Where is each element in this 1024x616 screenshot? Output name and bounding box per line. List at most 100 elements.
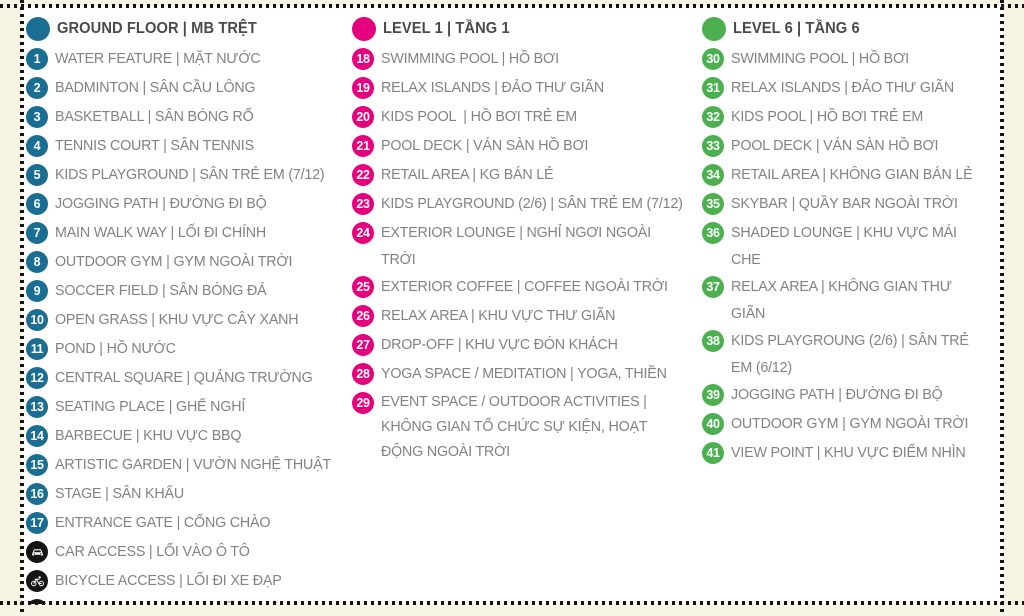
legend-item[interactable]: 41 VIEW POINT | KHU VỰC ĐIỂM NHÌN (702, 439, 998, 468)
legend-number-badge: 28 (352, 363, 374, 385)
legend-number-badge: 14 (26, 425, 48, 447)
legend-number-badge: 36 (702, 222, 724, 244)
legend-column-level-1: LEVEL 1 | TẦNG 1 18 SWIMMING POOL | HỒ BƠI… (352, 16, 702, 464)
legend-item[interactable]: 40 OUTDOOR GYM | GYM NGOÀI TRỜI (702, 410, 998, 439)
legend-number-badge: 9 (26, 280, 48, 302)
legend-color-dot (352, 17, 376, 41)
legend-item[interactable]: 38 KIDS PLAYGROUNG (2/6) | SÂN TRẺ EM (6/… (702, 327, 998, 381)
legend-item[interactable]: 32 KIDS POOL | HỒ BƠI TRẺ EM (702, 103, 998, 132)
legend-item[interactable]: 20 KIDS POOL | HỒ BƠI TRẺ EM (352, 103, 702, 132)
legend-item[interactable]: 22 RETAIL AREA | KG BÁN LẺ (352, 161, 702, 190)
legend-number-badge: 17 (26, 512, 48, 534)
legend-number-badge: 35 (702, 193, 724, 215)
legend-item-label: EXTERIOR LOUNGE | NGHỈ NGƠI NGOÀI TRỜI (381, 224, 655, 268)
legend-color-dot (26, 17, 50, 41)
legend-item-label: SWIMMING POOL | HỒ BƠI (381, 50, 559, 67)
legend-item[interactable]: 31 RELAX ISLANDS | ĐẢO THƯ GIÃN (702, 74, 998, 103)
legend-item[interactable]: 26 RELAX AREA | KHU VỰC THƯ GIÃN (352, 302, 702, 331)
legend-column-header-level-1: LEVEL 1 | TẦNG 1 (352, 16, 702, 45)
legend-item-label: BICYCLE ACCESS | LỐI ĐI XE ĐẠP (55, 572, 282, 589)
legend-item[interactable]: 8 OUTDOOR GYM | GYM NGOÀI TRỜI (26, 248, 352, 277)
legend-item[interactable]: 18 SWIMMING POOL | HỒ BƠI (352, 45, 702, 74)
legend-item-label: RETAIL AREA | KHÔNG GIAN BÁN LẺ (731, 166, 973, 183)
legend-item-label: JOGGING PATH | ĐƯỜNG ĐI BỘ (55, 195, 267, 212)
legend-number-badge: 27 (352, 334, 374, 356)
legend-item[interactable]: 1 WATER FEATURE | MẶT NƯỚC (26, 45, 352, 74)
legend-number-badge: 6 (26, 193, 48, 215)
legend-number-badge: 41 (702, 442, 724, 464)
bicycle-icon (26, 570, 48, 592)
legend-item-label: ENTRANCE GATE | CỔNG CHÀO (55, 514, 271, 531)
legend-item[interactable]: 3 BASKETBALL | SÂN BÓNG RỔ (26, 103, 352, 132)
legend-item-label: OPEN GRASS | KHU VỰC CÂY XANH (55, 311, 299, 328)
legend-number-badge: 40 (702, 413, 724, 435)
legend-item[interactable]: 30 SWIMMING POOL | HỒ BƠI (702, 45, 998, 74)
legend-number-badge: 39 (702, 384, 724, 406)
legend-number-badge: 29 (352, 392, 374, 414)
legend-number-badge: 30 (702, 48, 724, 70)
legend-item-label: BARBECUE | KHU VỰC BBQ (55, 427, 242, 444)
legend-item[interactable]: 6 JOGGING PATH | ĐƯỜNG ĐI BỘ (26, 190, 352, 219)
legend-item[interactable]: 24 EXTERIOR LOUNGE | NGHỈ NGƠI NGOÀI TRỜI (352, 219, 702, 273)
legend-item-label: RELAX AREA | KHU VỰC THƯ GIÃN (381, 307, 616, 324)
legend-number-badge: 8 (26, 251, 48, 273)
legend-item-label: CENTRAL SQUARE | QUẢNG TRƯỜNG (55, 369, 313, 386)
legend-item[interactable]: 5 KIDS PLAYGROUND | SÂN TRẺ EM (7/12) (26, 161, 352, 190)
legend-column-title: LEVEL 1 | TẦNG 1 (383, 20, 510, 37)
legend-number-badge: 4 (26, 135, 48, 157)
legend-item-label: CAR ACCESS | LỐI VÀO Ô TÔ (55, 543, 250, 560)
legend-item-label: OUTDOOR GYM | GYM NGOÀI TRỜI (731, 415, 969, 432)
legend-column-header-ground-floor: GROUND FLOOR | MB TRỆT (26, 16, 352, 45)
legend-item-label: VIEW POINT | KHU VỰC ĐIỂM NHÌN (731, 444, 966, 461)
legend-number-badge: 21 (352, 135, 374, 157)
legend-column-ground-floor: GROUND FLOOR | MB TRỆT 1 WATER FEATURE | M… (26, 16, 352, 616)
legend-item[interactable]: 23 KIDS PLAYGROUND (2/6) | SÂN TRẺ EM (7/… (352, 190, 702, 219)
legend-item[interactable]: BICYCLE ACCESS | LỐI ĐI XE ĐẠP (26, 567, 352, 596)
legend-column-level-6: LEVEL 6 | TẦNG 6 30 SWIMMING POOL | HỒ BƠI… (702, 16, 998, 468)
legend-item-label: ARTISTIC GARDEN | VƯỜN NGHỆ THUẬT (55, 456, 332, 473)
legend-item[interactable]: 37 RELAX AREA | KHÔNG GIAN THƯ GIÃN (702, 273, 998, 327)
legend-number-badge: 2 (26, 77, 48, 99)
legend-item[interactable]: 2 BADMINTON | SÂN CẦU LÔNG (26, 74, 352, 103)
legend-item[interactable]: 17 ENTRANCE GATE | CỔNG CHÀO (26, 509, 352, 538)
legend-item[interactable]: 39 JOGGING PATH | ĐƯỜNG ĐI BỘ (702, 381, 998, 410)
legend-number-badge: 18 (352, 48, 374, 70)
legend-item-label: POOL DECK | VÁN SÀN HỒ BƠI (731, 137, 939, 154)
legend-number-badge: 23 (352, 193, 374, 215)
legend-item-label: RELAX ISLANDS | ĐẢO THƯ GIÃN (381, 79, 605, 96)
legend-item[interactable]: 21 POOL DECK | VÁN SÀN HỒ BƠI (352, 132, 702, 161)
legend-item[interactable]: CAR ACCESS | LỐI VÀO Ô TÔ (26, 538, 352, 567)
legend-item[interactable]: 28 YOGA SPACE / MEDITATION | YOGA, THIỀN (352, 360, 702, 389)
legend-item-label: SOCCER FIELD | SÂN BÓNG ĐÁ (55, 282, 267, 299)
legend-item-label: RETAIL AREA | KG BÁN LẺ (381, 166, 554, 183)
paper-margin-top (0, 0, 1024, 5)
legend-item-label: SHADED LOUNGE | KHU VỰC MÁI CHE (731, 224, 961, 268)
legend-item[interactable]: 34 RETAIL AREA | KHÔNG GIAN BÁN LẺ (702, 161, 998, 190)
legend-item[interactable]: 29 EVENT SPACE / OUTDOOR ACTIVITIES | KHÔ… (352, 389, 702, 464)
legend-item[interactable]: 11 POND | HỒ NƯỚC (26, 335, 352, 364)
legend-item-label: EVENT SPACE / OUTDOOR ACTIVITIES | KHÔNG… (381, 393, 651, 460)
legend-sheet: GROUND FLOOR | MB TRỆT 1 WATER FEATURE | M… (0, 0, 1024, 616)
legend-item[interactable]: 35 SKYBAR | QUẦY BAR NGOÀI TRỜI (702, 190, 998, 219)
legend-item[interactable]: 10 OPEN GRASS | KHU VỰC CÂY XANH (26, 306, 352, 335)
legend-item[interactable]: 19 RELAX ISLANDS | ĐẢO THƯ GIÃN (352, 74, 702, 103)
legend-item[interactable]: 13 SEATING PLACE | GHẾ NGHỈ (26, 393, 352, 422)
legend-item[interactable]: 36 SHADED LOUNGE | KHU VỰC MÁI CHE (702, 219, 998, 273)
legend-number-badge: 19 (352, 77, 374, 99)
paper-margin-bottom (0, 604, 1024, 616)
legend-item[interactable]: 7 MAIN WALK WAY | LỐI ĐI CHÍNH (26, 219, 352, 248)
legend-number-badge: 32 (702, 106, 724, 128)
legend-item[interactable]: 27 DROP-OFF | KHU VỰC ĐÓN KHÁCH (352, 331, 702, 360)
legend-item-label: JOGGING PATH | ĐƯỜNG ĐI BỘ (731, 386, 943, 403)
legend-number-badge: 31 (702, 77, 724, 99)
legend-item[interactable]: 15 ARTISTIC GARDEN | VƯỜN NGHỆ THUẬT (26, 451, 352, 480)
legend-item[interactable]: 9 SOCCER FIELD | SÂN BÓNG ĐÁ (26, 277, 352, 306)
legend-number-badge: 1 (26, 48, 48, 70)
legend-item[interactable]: 25 EXTERIOR COFFEE | COFFEE NGOÀI TRỜI (352, 273, 702, 302)
legend-item[interactable]: 4 TENNIS COURT | SÂN TENNIS (26, 132, 352, 161)
legend-item[interactable]: 12 CENTRAL SQUARE | QUẢNG TRƯỜNG (26, 364, 352, 393)
legend-item[interactable]: 33 POOL DECK | VÁN SÀN HỒ BƠI (702, 132, 998, 161)
legend-columns: GROUND FLOOR | MB TRỆT 1 WATER FEATURE | M… (26, 16, 998, 616)
legend-item[interactable]: 14 BARBECUE | KHU VỰC BBQ (26, 422, 352, 451)
legend-item[interactable]: 16 STAGE | SÂN KHẤU (26, 480, 352, 509)
